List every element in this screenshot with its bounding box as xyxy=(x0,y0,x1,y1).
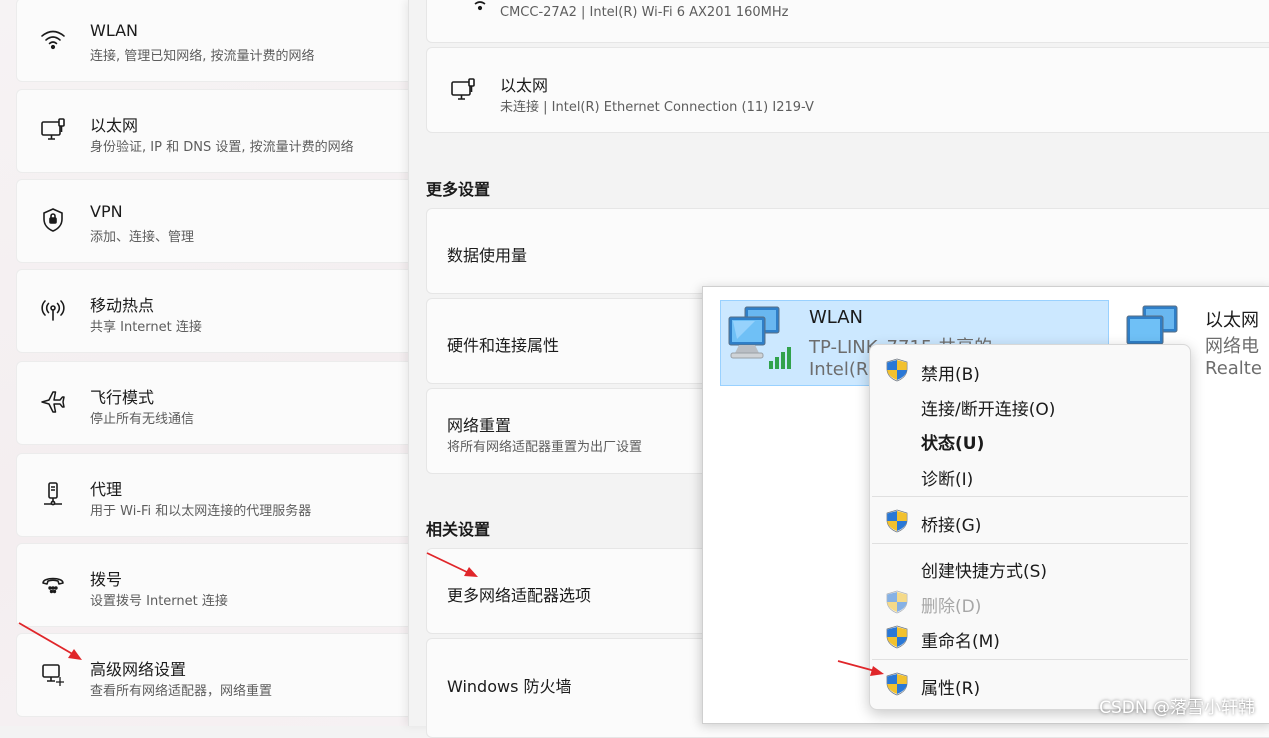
nav-item-subtitle: 设置拨号 Internet 连接 xyxy=(90,594,228,609)
menu-item-label: 属性(R) xyxy=(921,679,981,699)
network-settings-nav: WLAN 连接, 管理已知网络, 按流量计费的网络 以太网 身份验证, IP 和… xyxy=(0,0,420,726)
nav-item-subtitle: 用于 Wi-Fi 和以太网连接的代理服务器 xyxy=(90,504,312,519)
uac-shield-icon xyxy=(884,589,910,615)
settings-item-title: 更多网络适配器选项 xyxy=(447,586,592,605)
menu-item-label: 禁用(B) xyxy=(921,365,980,385)
dialup-icon xyxy=(39,570,67,598)
nav-item-title: 代理 xyxy=(90,480,123,499)
menu-separator xyxy=(872,543,1188,544)
nav-item-ethernet[interactable]: 以太网 身份验证, IP 和 DNS 设置, 按流量计费的网络 xyxy=(16,89,420,173)
nav-item-subtitle: 查看所有网络适配器，网络重置 xyxy=(90,684,273,699)
menu-item-label: 重命名(M) xyxy=(921,632,1000,652)
menu-item-create-shortcut[interactable]: 创建快捷方式(S) xyxy=(870,550,1190,584)
nav-item-subtitle: 连接, 管理已知网络, 按流量计费的网络 xyxy=(90,49,315,64)
adapter-card-subtitle: CMCC-27A2 | Intel(R) Wi-Fi 6 AX201 160MH… xyxy=(500,5,789,20)
nav-item-title: WLAN xyxy=(90,21,139,40)
settings-item-title: 数据使用量 xyxy=(447,246,528,265)
ethernet-icon xyxy=(449,76,477,104)
proxy-icon xyxy=(39,480,67,508)
uac-shield-icon xyxy=(884,508,910,534)
settings-item-data-usage[interactable]: 数据使用量 xyxy=(426,208,1269,294)
annotation-arrow xyxy=(426,552,478,577)
nav-item-proxy[interactable]: 代理 用于 Wi-Fi 和以太网连接的代理服务器 xyxy=(16,453,420,537)
hotspot-icon xyxy=(39,296,67,324)
ethernet-icon xyxy=(39,116,67,144)
nav-item-subtitle: 共享 Internet 连接 xyxy=(90,320,202,335)
adapter-context-menu: 禁用(B) 连接/断开连接(O) 状态(U) 诊断(I) 桥接(G) 创建快捷方… xyxy=(869,344,1191,710)
adapter-device: Realte xyxy=(1205,358,1262,379)
menu-item-label: 创建快捷方式(S) xyxy=(921,562,1048,582)
wifi-icon xyxy=(39,25,67,53)
nav-item-title: 高级网络设置 xyxy=(90,660,187,679)
settings-item-title: 硬件和连接属性 xyxy=(447,336,560,355)
nav-item-subtitle: 添加、连接、管理 xyxy=(90,230,195,245)
adapter-card-wlan[interactable]: CMCC-27A2 | Intel(R) Wi-Fi 6 AX201 160MH… xyxy=(426,0,1269,43)
airplane-icon xyxy=(39,388,67,416)
uac-shield-icon xyxy=(884,671,910,697)
nav-item-title: 飞行模式 xyxy=(90,388,155,407)
nav-item-title: 拨号 xyxy=(90,570,123,589)
network-adapter-icon xyxy=(725,305,797,373)
menu-item-label: 桥接(G) xyxy=(921,516,982,536)
uac-shield-icon xyxy=(884,624,910,650)
annotation-arrow xyxy=(837,660,884,676)
settings-item-subtitle: 将所有网络适配器重置为出厂设置 xyxy=(447,440,643,455)
adapter-network: 网络电 xyxy=(1205,336,1259,357)
menu-item-rename[interactable]: 重命名(M) xyxy=(870,620,1190,654)
nav-item-title: 移动热点 xyxy=(90,296,155,315)
nav-item-airplane-mode[interactable]: 飞行模式 停止所有无线通信 xyxy=(16,361,420,445)
menu-item-delete[interactable]: 删除(D) xyxy=(870,585,1190,619)
adapter-card-title: 以太网 xyxy=(500,76,549,95)
nav-item-dialup[interactable]: 拨号 设置拨号 Internet 连接 xyxy=(16,543,420,627)
adapter-card-subtitle: 未连接 | Intel(R) Ethernet Connection (11) … xyxy=(500,100,814,115)
adapter-name: 以太网 xyxy=(1205,310,1259,331)
uac-shield-icon xyxy=(884,357,910,383)
adapter-card-ethernet[interactable]: 以太网 未连接 | Intel(R) Ethernet Connection (… xyxy=(426,47,1269,133)
nav-item-title: 以太网 xyxy=(90,116,139,135)
menu-item-label: 删除(D) xyxy=(921,597,982,617)
nav-item-subtitle: 停止所有无线通信 xyxy=(90,412,195,427)
adapter-name: WLAN xyxy=(809,307,864,328)
nav-item-subtitle: 身份验证, IP 和 DNS 设置, 按流量计费的网络 xyxy=(90,140,354,155)
menu-item-label: 连接/断开连接(O) xyxy=(921,400,1056,420)
menu-item-bridge[interactable]: 桥接(G) xyxy=(870,504,1190,538)
menu-separator xyxy=(872,496,1188,497)
nav-item-hotspot[interactable]: 移动热点 共享 Internet 连接 xyxy=(16,269,420,353)
menu-item-status[interactable]: 状态(U) xyxy=(870,422,1190,456)
nav-item-vpn[interactable]: VPN 添加、连接、管理 xyxy=(16,179,420,263)
menu-separator xyxy=(872,659,1188,660)
section-heading-more-settings: 更多设置 xyxy=(426,180,491,199)
shield-icon xyxy=(39,206,67,234)
wifi-icon xyxy=(469,0,491,11)
nav-item-title: VPN xyxy=(90,202,123,221)
menu-item-label: 诊断(I) xyxy=(921,470,974,490)
settings-item-title: 网络重置 xyxy=(447,416,512,435)
watermark-text: CSDN @落雪小轩韩 xyxy=(1099,698,1255,718)
nav-item-wlan[interactable]: WLAN 连接, 管理已知网络, 按流量计费的网络 xyxy=(16,0,420,82)
menu-item-diagnose[interactable]: 诊断(I) xyxy=(870,458,1190,492)
section-heading-related-settings: 相关设置 xyxy=(426,520,491,539)
menu-item-label: 状态(U) xyxy=(921,434,985,454)
annotation-arrow xyxy=(18,622,82,660)
menu-item-connect-disconnect[interactable]: 连接/断开连接(O) xyxy=(870,388,1190,422)
settings-item-title: Windows 防火墙 xyxy=(447,677,572,696)
menu-item-disable[interactable]: 禁用(B) xyxy=(870,353,1190,387)
adapter-device: Intel(R xyxy=(809,359,869,380)
